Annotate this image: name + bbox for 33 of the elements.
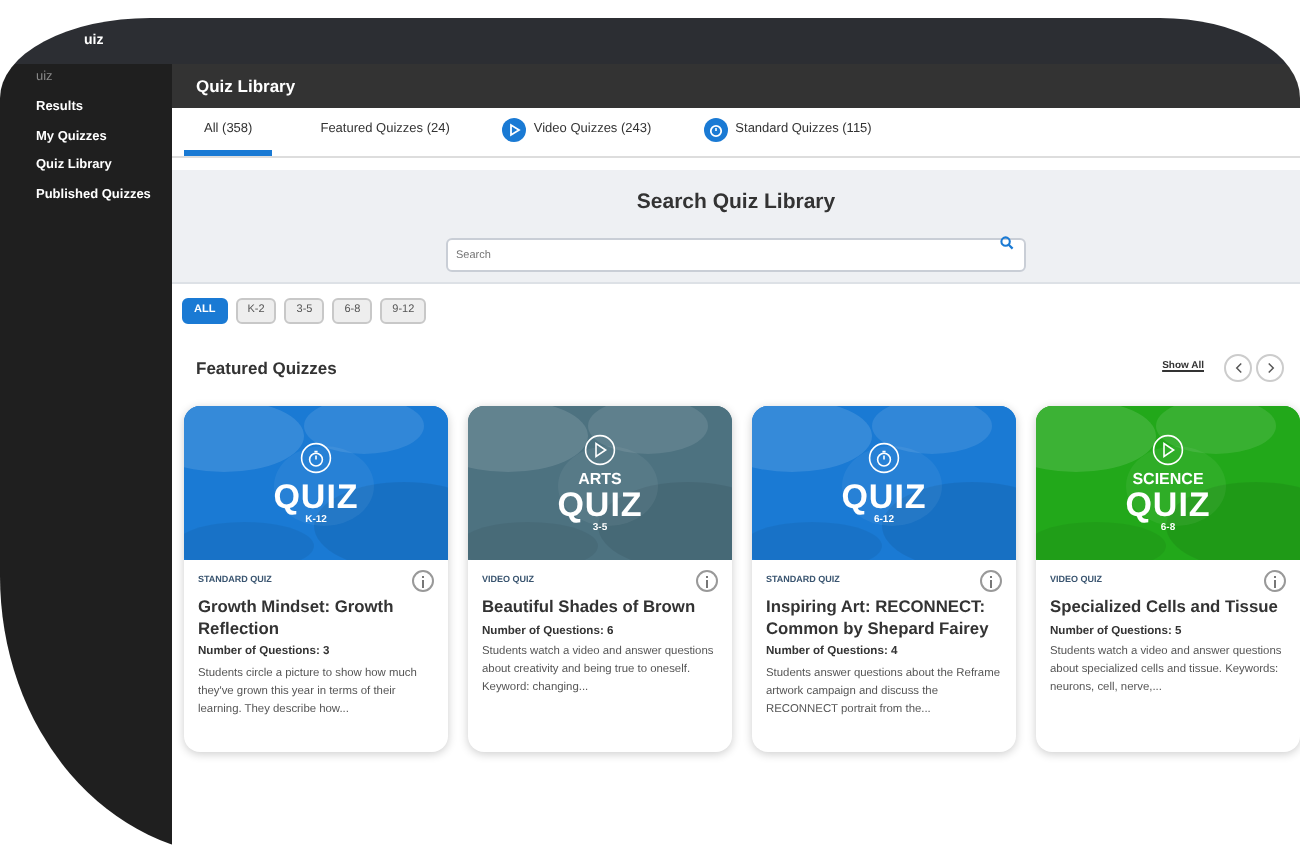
thumbnail-title: QUIZ [273, 479, 359, 513]
stopwatch-icon [868, 441, 900, 473]
thumbnail-title: QUIZ [1125, 487, 1211, 521]
thumbnail-title: QUIZ [841, 479, 927, 513]
info-button[interactable] [412, 570, 434, 592]
stopwatch-icon [300, 441, 332, 473]
chevron-left-icon [1233, 362, 1243, 374]
previous-button[interactable] [1224, 354, 1252, 382]
stopwatch-icon [703, 117, 728, 141]
info-icon [704, 575, 710, 587]
play-icon [584, 433, 616, 465]
chevron-right-icon [1265, 362, 1275, 374]
info-button[interactable] [1264, 570, 1286, 592]
play-icon [501, 117, 526, 141]
info-button[interactable] [980, 570, 1002, 592]
section-heading: Featured Quizzes [196, 357, 339, 379]
thumbnail-title: QUIZ [557, 487, 643, 521]
thumbnail-subject: ARTS [578, 471, 622, 487]
next-button[interactable] [1256, 354, 1284, 382]
info-icon [420, 575, 426, 587]
quiz-title: Growth Mindset: Growth Reflection [198, 596, 396, 638]
info-button[interactable] [696, 570, 718, 592]
quiz-title: Specialized Cells and Tissue [1050, 596, 1280, 617]
search-icon[interactable] [1000, 235, 1014, 250]
page-title: Quiz Library [196, 76, 296, 96]
search-heading: Search Quiz Library [636, 190, 836, 216]
quiz-title: Inspiring Art: RECONNECT: Common by Shepard Fairey [766, 596, 991, 638]
quiz-title: Beautiful Shades of Brown [482, 596, 698, 617]
info-icon [1272, 575, 1278, 587]
thumbnail-subject: SCIENCE [1132, 471, 1204, 487]
info-icon [988, 575, 994, 587]
play-icon [1152, 433, 1184, 465]
quiz-card[interactable] [752, 406, 1016, 752]
